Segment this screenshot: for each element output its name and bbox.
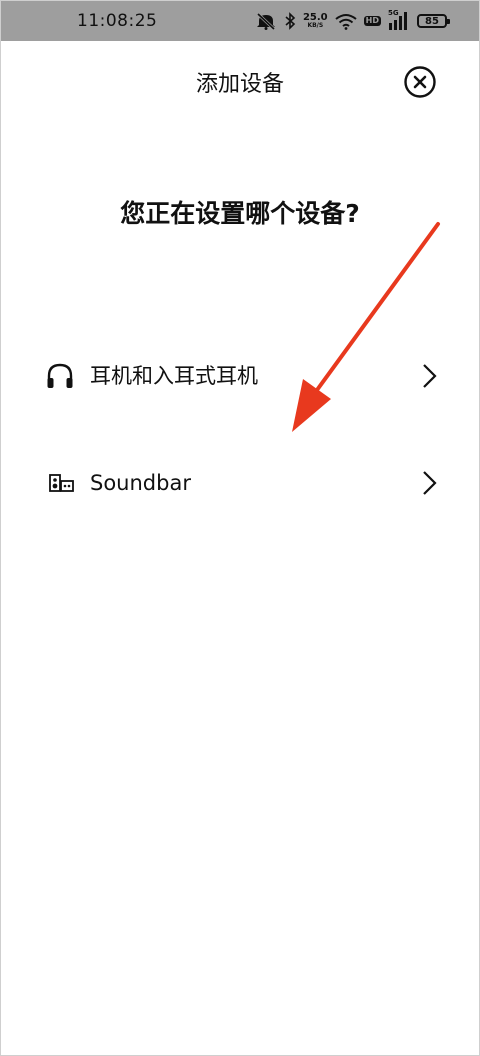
app-frame: [0, 0, 480, 1056]
hd-label: HD: [363, 16, 381, 26]
mute-icon: [255, 10, 277, 32]
chevron-right-icon: [423, 364, 437, 388]
hd-icon: HD: [363, 10, 381, 32]
close-button[interactable]: [404, 66, 436, 98]
soundbar-icon: [44, 453, 76, 513]
device-item-label: 耳机和入耳式耳机: [90, 364, 258, 388]
battery-level: 85: [417, 14, 450, 28]
device-item-headphones[interactable]: 耳机和入耳式耳机: [0, 346, 480, 406]
signal-icon: 5G: [388, 10, 410, 32]
headphones-icon: [44, 346, 76, 406]
status-bar: 11:08:25 25.0 KB/S HD 5G 85: [1, 1, 479, 41]
close-icon: [404, 66, 436, 98]
signal-label: 5G: [388, 9, 399, 17]
status-time: 11:08:25: [77, 11, 158, 31]
device-question: 您正在设置哪个设备?: [120, 199, 360, 228]
status-icons: 25.0 KB/S HD 5G 85: [255, 10, 450, 32]
chevron-right-icon: [423, 471, 437, 495]
battery-icon: 85: [417, 10, 450, 32]
wifi-icon: [335, 10, 357, 32]
network-speed-unit: KB/S: [307, 22, 324, 29]
network-speed: 25.0 KB/S: [303, 10, 328, 32]
device-item-soundbar[interactable]: Soundbar: [0, 453, 480, 513]
device-item-label: Soundbar: [90, 471, 191, 495]
bluetooth-icon: [284, 10, 296, 32]
